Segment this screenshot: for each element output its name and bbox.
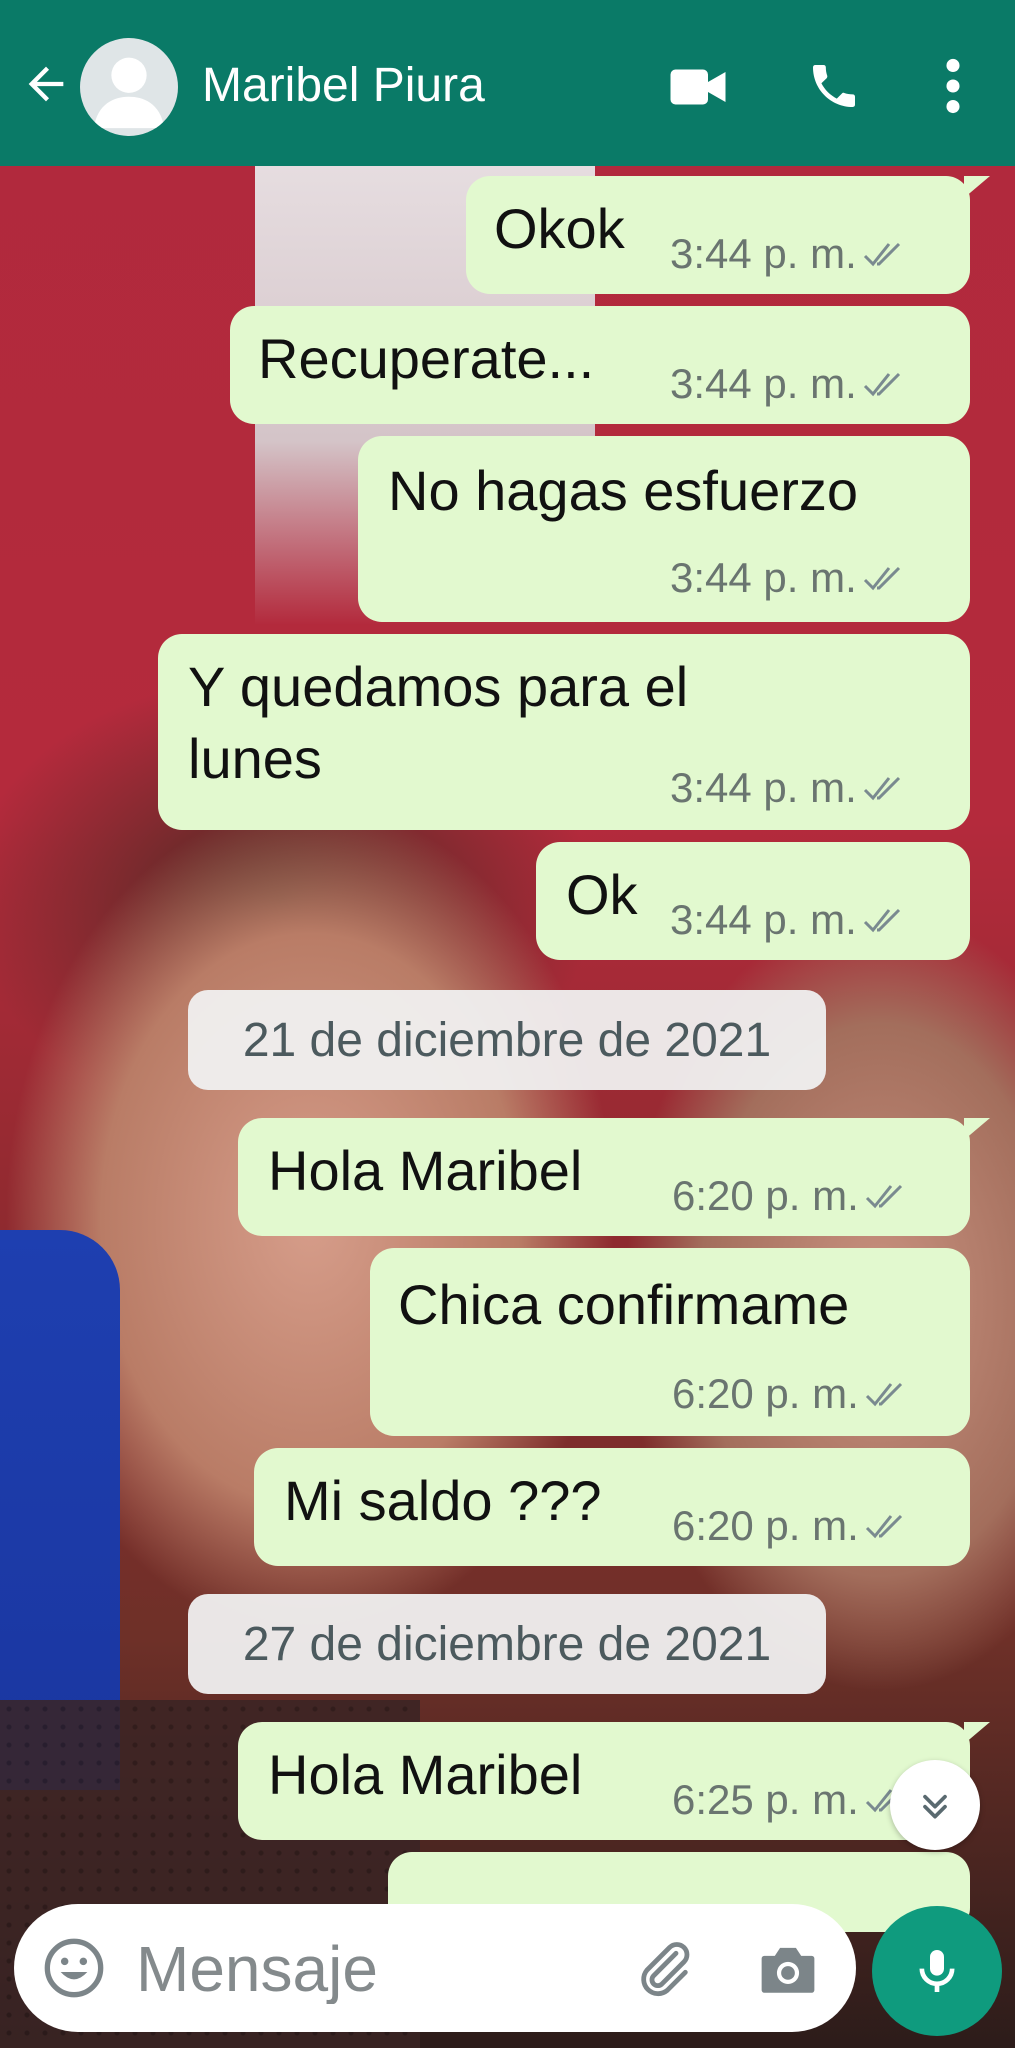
message-meta: 6:25 p. m. (672, 1776, 905, 1824)
message-text: Okok (494, 197, 625, 260)
message-time: 3:44 p. m. (670, 230, 857, 277)
back-arrow-icon[interactable] (20, 58, 72, 110)
message-bubble[interactable]: Mi saldo ??? 6:20 p. m. (254, 1448, 970, 1566)
message-text-line-1: Y quedamos para el (188, 655, 689, 718)
message-time: 6:20 p. m. (672, 1172, 859, 1219)
message-bubble[interactable]: Chica confirmame 6:20 p. m. (370, 1248, 970, 1436)
message-bubble[interactable]: Ok 3:44 p. m. (536, 842, 970, 960)
emoji-icon[interactable] (42, 1936, 106, 2000)
message-meta: 6:20 p. m. (672, 1172, 905, 1220)
message-meta: 3:44 p. m. (670, 554, 903, 602)
message-bubble[interactable]: Okok 3:44 p. m. (466, 176, 990, 294)
video-call-icon[interactable] (668, 62, 728, 112)
bubble-tail (964, 176, 990, 198)
message-bubble[interactable]: Hola Maribel 6:25 p. m. (238, 1722, 990, 1840)
double-check-icon (865, 1382, 902, 1407)
message-text: No hagas esfuerzo (388, 459, 859, 522)
message-text: Mi saldo ??? (284, 1469, 602, 1532)
message-text: Ok (566, 863, 638, 926)
voice-message-button[interactable] (872, 1906, 1002, 2036)
message-time: 3:44 p. m. (670, 764, 857, 811)
contact-name[interactable]: Maribel Piura (202, 58, 485, 113)
double-check-icon (863, 566, 900, 591)
avatar[interactable] (80, 38, 178, 136)
double-check-icon (863, 242, 900, 267)
double-check-icon (865, 1514, 902, 1539)
message-text: Hola Maribel (268, 1139, 583, 1202)
double-check-icon (863, 776, 900, 801)
camera-icon[interactable] (756, 1940, 820, 1998)
message-bubble[interactable]: Hola Maribel 6:20 p. m. (238, 1118, 990, 1236)
message-bubble[interactable]: No hagas esfuerzo 3:44 p. m. (358, 436, 970, 622)
phone-icon[interactable] (806, 58, 862, 114)
double-check-icon (865, 1184, 902, 1209)
message-bubble[interactable]: Y quedamos para el lunes 3:44 p. m. (158, 634, 970, 830)
message-bubble[interactable]: Recuperate... 3:44 p. m. (230, 306, 970, 424)
message-meta: 3:44 p. m. (670, 764, 903, 812)
message-input[interactable] (136, 1934, 616, 2004)
message-text: Recuperate... (258, 327, 595, 390)
message-text: Hola Maribel (268, 1743, 583, 1806)
bubble-tail (964, 1118, 990, 1140)
message-meta: 6:20 p. m. (672, 1502, 905, 1550)
date-separator: 27 de diciembre de 2021 (188, 1594, 826, 1694)
message-meta: 3:44 p. m. (670, 360, 903, 408)
scroll-down-icon (923, 1794, 947, 1819)
more-vert-icon[interactable] (938, 58, 968, 114)
message-composer (14, 1904, 856, 2032)
mic-icon (919, 1950, 955, 1992)
message-time: 3:44 p. m. (670, 896, 857, 943)
attach-icon[interactable] (632, 1936, 696, 2000)
date-separator: 21 de diciembre de 2021 (188, 990, 826, 1090)
message-time: 6:20 p. m. (672, 1370, 859, 1417)
message-time: 3:44 p. m. (670, 360, 857, 407)
message-time: 6:25 p. m. (672, 1776, 859, 1823)
message-meta: 3:44 p. m. (670, 230, 903, 278)
message-text-line-2: lunes (188, 727, 322, 790)
chat-header: Maribel Piura (0, 0, 1015, 166)
double-check-icon (863, 372, 900, 397)
scroll-down-button[interactable] (890, 1760, 980, 1850)
message-text: Chica confirmame (398, 1273, 850, 1336)
avatar-placeholder-icon (93, 57, 165, 129)
message-time: 6:20 p. m. (672, 1502, 859, 1549)
message-meta: 3:44 p. m. (670, 896, 903, 944)
bubble-tail (964, 1722, 990, 1744)
message-time: 3:44 p. m. (670, 554, 857, 601)
message-meta: 6:20 p. m. (672, 1370, 905, 1418)
double-check-icon (863, 908, 900, 933)
